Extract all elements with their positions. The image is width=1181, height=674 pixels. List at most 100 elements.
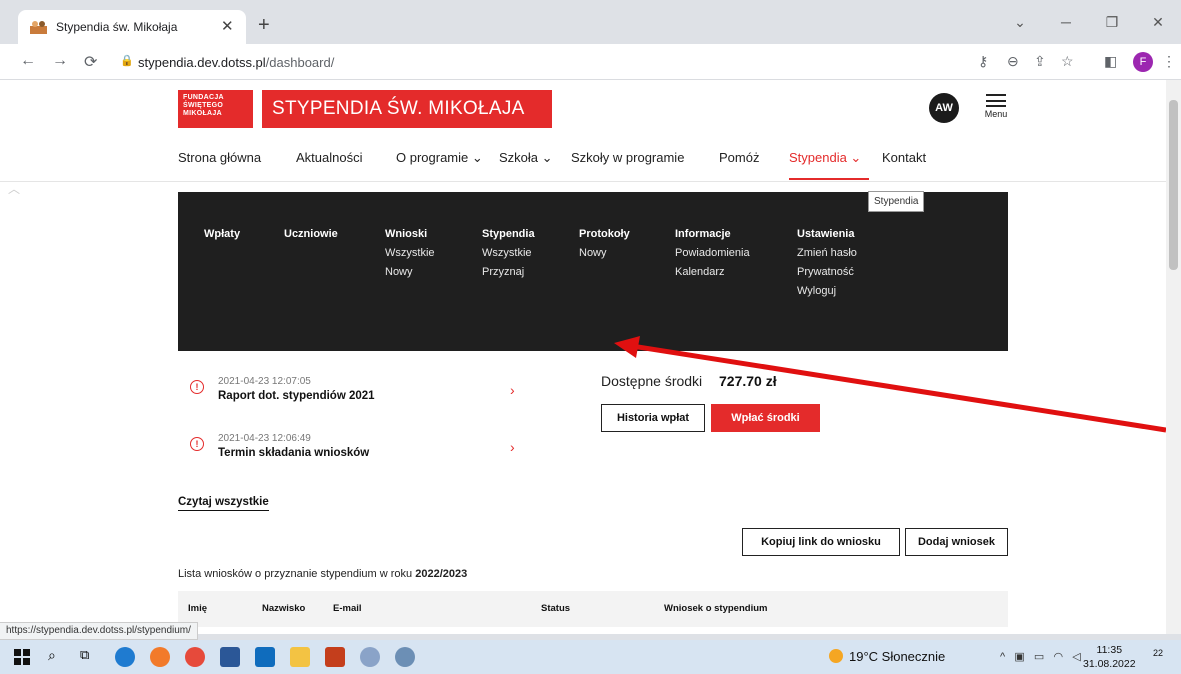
menu-head-applications[interactable]: Wnioski xyxy=(385,228,435,247)
nav-item-scholarships[interactable]: Stypendia ⌄ xyxy=(789,150,861,166)
forward-icon[interactable]: → xyxy=(52,52,68,70)
new-tab-icon[interactable]: + xyxy=(258,14,270,37)
powerpoint-icon[interactable] xyxy=(325,647,345,667)
add-application-button[interactable]: Dodaj wniosek xyxy=(905,528,1008,556)
copy-application-link-button[interactable]: Kopiuj link do wniosku xyxy=(742,528,900,556)
chrome-icon[interactable] xyxy=(185,647,205,667)
taskbar: ⌕ ⧉ 19°C Słonecznie ^ ▣ ▭ ◠ ◁ 11:35 31.0… xyxy=(0,640,1181,674)
word-icon[interactable] xyxy=(220,647,240,667)
menu-head-scholarships[interactable]: Stypendia xyxy=(482,228,535,247)
key-icon[interactable]: ⚷ xyxy=(978,53,988,70)
menu-item-logout[interactable]: Wyloguj xyxy=(797,285,857,304)
menu-head-settings[interactable]: Ustawienia xyxy=(797,228,857,247)
scrollbar-thumb[interactable] xyxy=(1169,100,1178,270)
table-header: Imię Nazwisko E-mail Status Wniosek o st… xyxy=(178,591,1008,627)
edge-icon[interactable] xyxy=(115,647,135,667)
notification-item[interactable]: ! 2021-04-23 12:07:05 Raport dot. stypen… xyxy=(190,376,530,410)
firefox-icon[interactable] xyxy=(150,647,170,667)
active-nav-underline xyxy=(789,178,869,180)
system-tray[interactable]: ^ ▣ ▭ ◠ ◁ xyxy=(1000,650,1081,663)
menu-item-scholarships-grant[interactable]: Przyznaj xyxy=(482,266,535,285)
search-icon[interactable]: ⌕ xyxy=(48,647,68,667)
tab-title: Stypendia św. Mikołaja xyxy=(56,20,178,34)
menu-item-change-password[interactable]: Zmień hasło xyxy=(797,247,857,266)
profile-avatar[interactable]: F xyxy=(1133,52,1153,72)
menu-item-calendar[interactable]: Kalendarz xyxy=(675,266,750,285)
address-input[interactable]: 🔒 stypendia.dev.dotss.pl/dashboard/ xyxy=(110,48,960,76)
menu-label: Menu xyxy=(984,109,1008,119)
menu-button[interactable]: Menu xyxy=(982,94,1010,119)
browser-tab[interactable]: Stypendia św. Mikołaja ✕ xyxy=(18,10,246,44)
col-last-name[interactable]: Nazwisko xyxy=(262,603,305,614)
windows-start-icon[interactable] xyxy=(12,647,32,667)
paint-icon[interactable] xyxy=(395,647,415,667)
volume-icon[interactable]: ◁ xyxy=(1072,651,1080,663)
user-avatar[interactable]: AW xyxy=(929,93,959,123)
task-view-icon[interactable]: ⧉ xyxy=(80,647,100,667)
nav-item-news[interactable]: Aktualności xyxy=(296,150,362,165)
col-email[interactable]: E-mail xyxy=(333,603,362,614)
menu-item-scholarships-all[interactable]: Wszystkie xyxy=(482,247,535,266)
site-title[interactable]: STYPENDIA ŚW. MIKOŁAJA xyxy=(262,90,552,128)
bookmark-star-icon[interactable]: ☆ xyxy=(1061,53,1074,70)
side-panel-icon[interactable]: ◧ xyxy=(1104,53,1117,70)
reload-icon[interactable]: ⟳ xyxy=(84,52,97,72)
nav-item-school[interactable]: Szkoła ⌄ xyxy=(499,150,553,166)
menu-head-information[interactable]: Informacje xyxy=(675,228,750,247)
close-window-icon[interactable]: ✕ xyxy=(1135,0,1181,44)
menu-head-protocols[interactable]: Protokoły xyxy=(579,228,630,247)
funds-label: Dostępne środki xyxy=(601,373,703,389)
address-toolbar: ← → ⟳ 🔒 stypendia.dev.dotss.pl/dashboard… xyxy=(0,44,1181,80)
more-icon[interactable]: ⋮ xyxy=(1162,53,1176,70)
zoom-icon[interactable]: ⊖ xyxy=(1007,53,1019,70)
list-title-text: Lista wniosków o przyznanie stypendium w… xyxy=(178,568,416,580)
foundation-logo[interactable]: FUNDACJA ŚWIĘTEGO MIKOŁAJA xyxy=(178,90,253,128)
snipping-tool-icon[interactable] xyxy=(360,647,380,667)
menu-item-applications-all[interactable]: Wszystkie xyxy=(385,247,435,266)
wifi-icon[interactable]: ◠ xyxy=(1054,651,1064,663)
outlook-icon[interactable] xyxy=(255,647,275,667)
deposit-funds-button[interactable]: Wpłać środki xyxy=(711,404,820,432)
hamburger-icon xyxy=(986,94,1006,107)
col-status[interactable]: Status xyxy=(541,603,570,614)
nav-item-contact[interactable]: Kontakt xyxy=(882,150,926,165)
tab-close-icon[interactable]: ✕ xyxy=(221,17,234,35)
minimize-icon[interactable]: ─ xyxy=(1043,0,1089,44)
menu-item-privacy[interactable]: Prywatność xyxy=(797,266,857,285)
menu-head-students[interactable]: Uczniowie xyxy=(284,228,338,247)
payment-history-button[interactable]: Historia wpłat xyxy=(601,404,705,432)
menu-col-information: Informacje Powiadomienia Kalendarz xyxy=(675,228,750,285)
nav-tooltip: Stypendia xyxy=(868,191,925,212)
window-controls: ⌄ ─ ❐ ✕ xyxy=(997,0,1181,44)
network-icon[interactable]: ▭ xyxy=(1034,651,1044,663)
file-explorer-icon[interactable] xyxy=(290,647,310,667)
tray-chevron-icon[interactable]: ^ xyxy=(1000,651,1005,663)
favicon-icon xyxy=(30,21,47,34)
read-all-link[interactable]: Czytaj wszystkie xyxy=(178,496,269,511)
tab-search-icon[interactable]: ⌄ xyxy=(997,0,1043,44)
notification-center-icon[interactable]: 22 xyxy=(1153,648,1171,666)
page-scrollbar[interactable] xyxy=(1166,80,1181,634)
chevron-right-icon[interactable]: › xyxy=(510,439,515,455)
menu-item-notifications[interactable]: Powiadomienia xyxy=(675,247,750,266)
chevron-right-icon[interactable]: › xyxy=(510,382,515,398)
nav-item-home[interactable]: Strona główna xyxy=(178,150,261,165)
back-icon[interactable]: ← xyxy=(20,52,36,70)
col-first-name[interactable]: Imię xyxy=(188,603,207,614)
col-application[interactable]: Wniosek o stypendium xyxy=(664,603,767,614)
menu-head-payments[interactable]: Wpłaty xyxy=(204,228,240,247)
notification-date: 2021-04-23 12:06:49 xyxy=(218,433,311,444)
lock-icon[interactable]: 🔒 xyxy=(120,54,134,67)
nav-item-about[interactable]: O programie ⌄ xyxy=(396,150,483,166)
weather-widget[interactable]: 19°C Słonecznie xyxy=(829,649,945,664)
nav-item-help[interactable]: Pomóż xyxy=(719,150,759,165)
menu-item-protocols-new[interactable]: Nowy xyxy=(579,247,630,266)
nav-item-schools-in-program[interactable]: Szkoły w programie xyxy=(571,150,684,165)
share-icon[interactable]: ⇪ xyxy=(1034,53,1046,70)
tray-app-icon[interactable]: ▣ xyxy=(1014,651,1024,663)
menu-item-applications-new[interactable]: Nowy xyxy=(385,266,435,285)
notification-item[interactable]: ! 2021-04-23 12:06:49 Termin składania w… xyxy=(190,433,530,467)
system-clock[interactable]: 11:35 31.08.2022 xyxy=(1083,643,1136,671)
mega-menu: Wpłaty Uczniowie Wnioski Wszystkie Nowy … xyxy=(178,192,1008,351)
restore-icon[interactable]: ❐ xyxy=(1089,0,1135,44)
